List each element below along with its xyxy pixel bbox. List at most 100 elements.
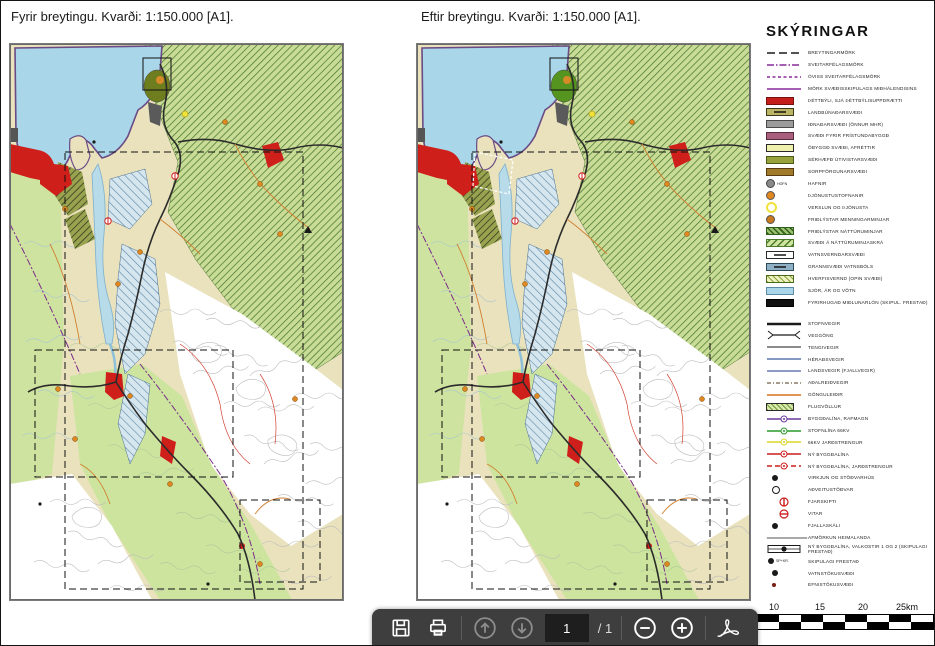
page-number-input[interactable]: [545, 614, 589, 642]
scale-bar: 10152025km: [756, 602, 934, 630]
legend-item: ÞÉTTBÝLI, SJÁ ÞÉTTBÝLISUPPDRÆTTI: [766, 95, 934, 107]
map-after: [416, 43, 751, 601]
scale-cell: [867, 622, 889, 629]
legend-swatch: [766, 523, 808, 529]
scale-cell: [867, 615, 889, 622]
legend-item: FJALLASKÁLI: [766, 520, 934, 532]
page-down-button[interactable]: [508, 614, 536, 642]
legend-swatch: [766, 191, 808, 200]
legend-swatch: [766, 132, 808, 140]
legend-item: BYGGÐALÍNA, RAFMAGN: [766, 413, 934, 425]
legend-label: SVÆÐI FYRIR FRÍSTUNDABYGGÐ: [808, 133, 889, 138]
zoom-in-button[interactable]: [668, 614, 696, 642]
legend-label: ÓVISS SVEITARFÉLAGSMÖRK: [808, 74, 881, 79]
legend-item: VATNSTÖKUSVÆÐI: [766, 567, 934, 579]
legend-label: ÓBYGGÐ SVÆÐI, AFRÉTTIR: [808, 145, 875, 150]
legend-swatch: [766, 509, 808, 519]
legend-swatch: [766, 60, 808, 70]
legend-swatch: HÖFN: [766, 179, 808, 188]
map-before: [9, 43, 344, 601]
legend-swatch: [766, 168, 808, 176]
legend-label: VITAR: [808, 511, 822, 516]
legend-item: BREYTINGARMÖRK: [766, 47, 934, 59]
pdf-viewer-page: Fyrir breytingu. Kvarði: 1:150.000 [A1].…: [0, 0, 935, 646]
legend-swatch: [766, 342, 808, 352]
legend-label: STOFNLÍNA 66KV: [808, 428, 850, 433]
toolbar-divider: [461, 616, 462, 640]
scale-label: 20: [858, 602, 868, 612]
legend-item: HVERFISVERND (OPIN SVÆÐI): [766, 273, 934, 285]
legend-swatch: [766, 544, 808, 554]
legend-item: VITAR: [766, 508, 934, 520]
legend-label: MÖRK SVÆÐISSKIPULAGS MIÐHÁLENDISINS: [808, 86, 917, 91]
legend-item: SORPFÖRGUNARSVÆÐI: [766, 166, 934, 178]
legend-swatch: [766, 437, 808, 447]
legend-item: ÓVISS SVEITARFÉLAGSMÖRK: [766, 71, 934, 83]
legend-label: SVEITARFÉLAGSMÖRK: [808, 62, 864, 67]
legend-item: FLUGVÖLLUR: [766, 401, 934, 413]
legend-label: VEGGÖNG: [808, 333, 834, 338]
legend-item: SVÆÐI Á NÁTTÚRUMINJASKRÁ: [766, 237, 934, 249]
legend-item: FRIÐLÝSTAR MENNINGARMINJAR: [766, 213, 934, 225]
legend-swatch: [766, 239, 808, 247]
legend-swatch: [766, 354, 808, 364]
legend-label: GÖNGULEIÐIR: [808, 392, 843, 397]
legend-swatch: SP+KR.: [766, 558, 808, 564]
legend-swatch: [766, 287, 808, 295]
legend-label: HAFNIR: [808, 181, 827, 186]
legend-item: NÝ BYGGÐALÍNA, JARÐSTRENGUR: [766, 460, 934, 472]
legend-item: HÖFN HAFNIR: [766, 178, 934, 190]
zoom-out-button[interactable]: [631, 614, 659, 642]
print-button[interactable]: [424, 614, 452, 642]
scale-cell: [779, 622, 801, 629]
legend-swatch: [766, 227, 808, 235]
legend-label: FJARSKIPTI: [808, 499, 837, 504]
scale-cell: [889, 615, 911, 622]
legend-item: VERSLUN OG ÞJÓNUSTA: [766, 202, 934, 214]
legend-item: LANDBÚNAÐARSVÆÐI: [766, 106, 934, 118]
legend-swatch: [766, 426, 808, 436]
legend-swatch: [766, 366, 808, 376]
legend-label: SÉRHÆFÐ ÚTIVISTARSVÆÐI: [808, 157, 877, 162]
adobe-acrobat-icon: [716, 616, 742, 640]
legend-label: EFNISTÖKUSVÆÐI: [808, 582, 853, 587]
adobe-button[interactable]: [715, 614, 743, 642]
legend-label: VATNSTÖKUSVÆÐI: [808, 571, 854, 576]
legend-label: VIRKJUN OG STÖÐVARHÚS: [808, 475, 874, 480]
legend-label: LANDBÚNAÐARSVÆÐI: [808, 110, 862, 115]
legend-label: AÐALREIÐVEGIR: [808, 380, 849, 385]
legend-label: NÝ BYGGÐALÍNA, VALKOSTIR 1 OG 2 (SKIPULA…: [808, 544, 934, 555]
legend-item: 66KV JARÐSTRENGUR: [766, 437, 934, 449]
save-button[interactable]: [387, 614, 415, 642]
legend-item: STOFNLÍNA 66KV: [766, 425, 934, 437]
legend-label: VERSLUN OG ÞJÓNUSTA: [808, 205, 869, 210]
legend-item: EFNISTÖKUSVÆÐI: [766, 579, 934, 591]
legend-swatch: [766, 390, 808, 400]
legend-label: FRIÐLÝSTAR NÁTTÚRUMINJAR: [808, 229, 883, 234]
page-down-icon: [510, 616, 534, 640]
legend-swatch: [766, 202, 808, 213]
legend-label: AÐVEITUSTÖÐVAR: [808, 487, 853, 492]
legend-item: SVEITARFÉLAGSMÖRK: [766, 59, 934, 71]
zoom-out-icon: [633, 616, 657, 640]
legend-swatch: [766, 378, 808, 388]
legend-swatch: [766, 72, 808, 82]
page-up-button[interactable]: [471, 614, 499, 642]
legend-swatch: [766, 84, 808, 94]
legend-label: SVÆÐI Á NÁTTÚRUMINJASKRÁ: [808, 240, 883, 245]
legend-swatch: [766, 299, 808, 307]
scale-cell: [845, 622, 867, 629]
legend-swatch: [766, 330, 808, 340]
scale-label: 15: [815, 602, 825, 612]
scale-cell: [801, 615, 823, 622]
toolbar-divider: [705, 616, 706, 640]
legend-label: HÉRAÐSVEGIR: [808, 357, 844, 362]
legend-swatch: [766, 319, 808, 329]
legend-label: VATNSVERNDARSVÆÐI: [808, 252, 865, 257]
after-title: Eftir breytingu. Kvarði: 1:150.000 [A1].: [421, 9, 641, 24]
scale-cell: [823, 615, 845, 622]
legend-item: STOFNVEGIR: [766, 318, 934, 330]
legend-item: FYRIRHUGAÐ MIÐLUNARLÓN (SKIPUL. FRESTAÐ): [766, 297, 934, 309]
scale-cell: [845, 615, 867, 622]
legend-item: VIRKJUN OG STÖÐVARHÚS: [766, 472, 934, 484]
